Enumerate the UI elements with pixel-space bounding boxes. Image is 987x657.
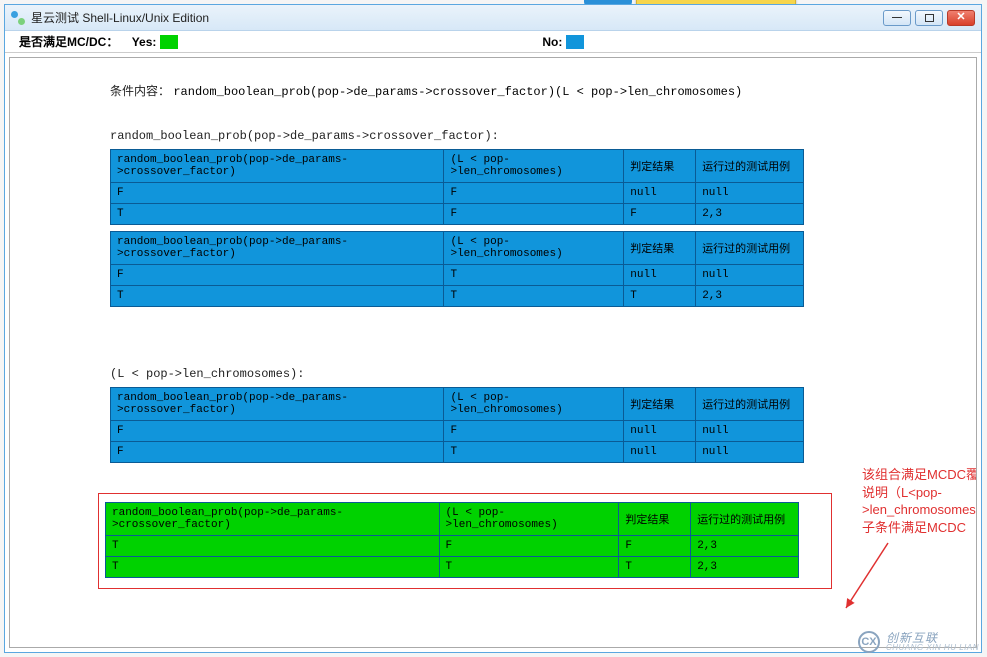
cell: 2,3 xyxy=(696,204,804,225)
cell: 2,3 xyxy=(696,286,804,307)
cell: T xyxy=(106,557,440,578)
table-row: T T T 2,3 xyxy=(106,557,799,578)
cell: F xyxy=(444,183,624,204)
col-header-d: 运行过的测试用例 xyxy=(696,232,804,265)
condition-value: random_boolean_prob(pop->de_params->cros… xyxy=(173,85,742,99)
col-header-c: 判定结果 xyxy=(624,150,696,183)
watermark: CX 创新互联 CHUANG XIN HU LIAN xyxy=(858,631,979,653)
col-header-b: (L < pop->len_chromosomes) xyxy=(444,150,624,183)
cell: F xyxy=(619,536,691,557)
table-row: F T null null xyxy=(111,442,804,463)
table-header-row: random_boolean_prob(pop->de_params->cros… xyxy=(106,503,799,536)
section2-table2: random_boolean_prob(pop->de_params->cros… xyxy=(105,502,799,578)
cell: F xyxy=(439,536,619,557)
table-row: T F F 2,3 xyxy=(111,204,804,225)
mcdc-question: 是否满足MC/DC： xyxy=(19,33,118,50)
table-row: F F null null xyxy=(111,421,804,442)
col-header-c: 判定结果 xyxy=(619,503,691,536)
cell: F xyxy=(111,442,444,463)
window-title: 星云测试 Shell-Linux/Unix Edition xyxy=(31,9,209,26)
col-header-a: random_boolean_prob(pop->de_params->cros… xyxy=(111,388,444,421)
table-row: T T T 2,3 xyxy=(111,286,804,307)
titlebar: 星云测试 Shell-Linux/Unix Edition ✕ xyxy=(5,5,981,31)
cell: F xyxy=(111,421,444,442)
watermark-py: CHUANG XIN HU LIAN xyxy=(886,644,979,652)
cell: null xyxy=(624,421,696,442)
cell: null xyxy=(624,183,696,204)
col-header-c: 判定结果 xyxy=(624,232,696,265)
condition-label: 条件内容： xyxy=(110,84,170,98)
cell: F xyxy=(111,183,444,204)
section1-table2: random_boolean_prob(pop->de_params->cros… xyxy=(110,231,804,307)
col-header-d: 运行过的测试用例 xyxy=(691,503,799,536)
col-header-a: random_boolean_prob(pop->de_params->cros… xyxy=(106,503,440,536)
cell: T xyxy=(444,265,624,286)
col-header-d: 运行过的测试用例 xyxy=(696,388,804,421)
table-row: F T null null xyxy=(111,265,804,286)
cell: T xyxy=(444,286,624,307)
col-header-b: (L < pop->len_chromosomes) xyxy=(439,503,619,536)
close-icon: ✕ xyxy=(956,12,965,23)
maximize-icon xyxy=(925,14,934,22)
mcdc-satisfied-highlight: random_boolean_prob(pop->de_params->cros… xyxy=(98,493,832,589)
content-panel: 条件内容： random_boolean_prob(pop->de_params… xyxy=(9,57,977,648)
no-label: No: xyxy=(542,35,562,49)
cell: T xyxy=(106,536,440,557)
window-controls: ✕ xyxy=(883,10,975,26)
maximize-button[interactable] xyxy=(915,10,943,26)
app-window: 星云测试 Shell-Linux/Unix Edition ✕ 是否满足MC/D… xyxy=(4,4,982,653)
annotation-text: 该组合满足MCDC覆盖说明（L<pop->len_chromosomes）子条件… xyxy=(862,466,977,536)
cell: T xyxy=(619,557,691,578)
cell: 2,3 xyxy=(691,557,799,578)
table-header-row: random_boolean_prob(pop->de_params->cros… xyxy=(111,232,804,265)
cell: T xyxy=(624,286,696,307)
cell: null xyxy=(696,421,804,442)
col-header-c: 判定结果 xyxy=(624,388,696,421)
col-header-a: random_boolean_prob(pop->de_params->cros… xyxy=(111,150,444,183)
col-header-b: (L < pop->len_chromosomes) xyxy=(444,232,624,265)
table-header-row: random_boolean_prob(pop->de_params->cros… xyxy=(111,150,804,183)
watermark-logo-icon: CX xyxy=(858,631,880,653)
col-header-b: (L < pop->len_chromosomes) xyxy=(444,388,624,421)
cell: F xyxy=(111,265,444,286)
section2-table1: random_boolean_prob(pop->de_params->cros… xyxy=(110,387,804,463)
section2-title: (L < pop->len_chromosomes): xyxy=(110,367,886,381)
no-color-indicator xyxy=(566,35,584,49)
close-button[interactable]: ✕ xyxy=(947,10,975,26)
cell: null xyxy=(696,183,804,204)
section1-title: random_boolean_prob(pop->de_params->cros… xyxy=(110,129,886,143)
cell: F xyxy=(444,204,624,225)
section1-table1: random_boolean_prob(pop->de_params->cros… xyxy=(110,149,804,225)
cell: F xyxy=(444,421,624,442)
minimize-icon xyxy=(892,17,902,18)
table-header-row: random_boolean_prob(pop->de_params->cros… xyxy=(111,388,804,421)
cell: null xyxy=(624,265,696,286)
app-logo-icon xyxy=(11,11,25,25)
col-header-a: random_boolean_prob(pop->de_params->cros… xyxy=(111,232,444,265)
cell: null xyxy=(696,442,804,463)
cell: null xyxy=(624,442,696,463)
yes-label: Yes: xyxy=(132,35,157,49)
cell: null xyxy=(696,265,804,286)
yes-color-indicator xyxy=(160,35,178,49)
cell: F xyxy=(624,204,696,225)
cell: T xyxy=(111,286,444,307)
table-row: T F F 2,3 xyxy=(106,536,799,557)
cell: T xyxy=(439,557,619,578)
cell: T xyxy=(111,204,444,225)
minimize-button[interactable] xyxy=(883,10,911,26)
table-row: F F null null xyxy=(111,183,804,204)
cell: T xyxy=(444,442,624,463)
col-header-d: 运行过的测试用例 xyxy=(696,150,804,183)
condition-line: 条件内容： random_boolean_prob(pop->de_params… xyxy=(110,82,886,99)
mcdc-status-bar: 是否满足MC/DC： Yes: No: xyxy=(5,31,981,53)
cell: 2,3 xyxy=(691,536,799,557)
